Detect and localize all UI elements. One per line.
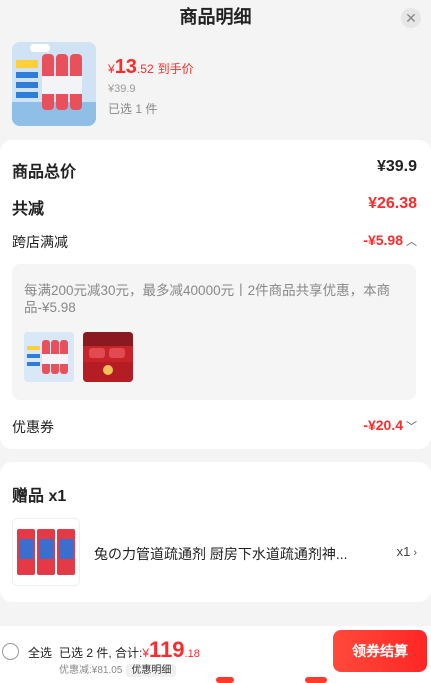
bottom-tab-strip [0,677,431,683]
chevron-down-icon[interactable]: ﹀ [406,421,417,433]
total-integer: 119 [149,637,185,662]
price-integer: 13 [114,56,137,78]
promo-text: 每满200元减30元，最多减40000元丨2件商品共享优惠，本商品-¥5.98 [24,283,391,315]
chevron-up-icon[interactable]: ︿ [406,236,417,248]
cross-store-value: -¥5.98 [363,232,403,248]
total-price-value: ¥39.9 [376,158,417,175]
gift-title: 赠品 x1 [12,488,67,505]
promo-detail-box: 每满200元减30元，最多减40000元丨2件商品共享优惠，本商品-¥5.98 [12,264,416,400]
selected-summary: 已选 2 件, 合计: [59,646,143,660]
product-info: ¥13.52 到手价 ¥39.9 已选 1 件 [108,56,194,117]
sheet-header: 商品明细 ✕ [0,0,431,36]
coupon-value-wrap: -¥20.4 ﹀ [363,417,417,434]
total-summary: 已选 2 件, 合计:¥119.18 [59,637,200,663]
checkout-button[interactable]: 领券结算 [333,630,427,672]
gift-packets-image [13,519,79,585]
bedding-thumb-image [83,332,133,382]
coupon-value: -¥20.4 [363,417,403,433]
select-all-radio[interactable] [2,643,19,660]
promo-item-thumbnail-1[interactable] [24,332,74,382]
gift-thumbnail[interactable] [12,518,80,586]
price-decimal: .52 [136,62,154,76]
price-breakdown-card: 商品总价 ¥39.9 共减 ¥26.38 跨店满减 -¥5.98 ︿ 每满200元… [0,140,431,449]
cross-store-value-wrap: -¥5.98 ︿ [363,232,417,249]
select-all-label[interactable]: 全选 [28,644,52,661]
order-detail-sheet: 商品明细 ✕ ¥13.52 到手价 ¥39.9 已选 1 件 商品总价 ¥39.… [0,0,431,683]
product-thumbnail[interactable] [12,42,96,126]
discount-text: 优惠减:¥81.05 [59,665,123,676]
chevron-right-icon: › [413,547,417,559]
tab-badge-dot [305,677,327,683]
promo-item-thumbnail-2[interactable] [83,332,133,382]
discount-detail-button[interactable]: 优惠明细 [126,664,177,677]
original-price: ¥39.9 [108,83,136,95]
gift-card: 赠品 x1 兔の力管道疏通剂 厨房下水道疏通剂神... x1 › [0,462,431,602]
gift-qty-wrap[interactable]: x1 › [397,544,417,559]
reduction-value: ¥26.38 [368,195,417,212]
reduction-label: 共减 [12,201,45,218]
sheet-title: 商品明细 [179,7,252,27]
price-currency: ¥ [108,62,115,76]
total-price-label: 商品总价 [12,164,77,181]
product-summary: ¥13.52 到手价 ¥39.9 已选 1 件 [12,42,422,128]
final-price: ¥13.52 到手价 [108,56,194,79]
checkout-bar: 全选 已选 2 件, 合计:¥119.18 优惠减:¥81.05 优惠明细 领券结… [0,626,431,683]
product-bottles-image [12,42,96,126]
cross-store-label: 跨店满减 [12,234,68,250]
total-decimal: .18 [184,648,200,660]
coupon-label: 优惠券 [12,419,54,435]
tab-badge-dot [216,677,234,683]
bottles-thumb-image [24,332,74,382]
discount-line: 优惠减:¥81.05 优惠明细 [59,661,177,677]
close-icon[interactable]: ✕ [401,8,421,28]
price-tag: 到手价 [157,62,194,76]
selected-count: 已选 1 件 [108,102,158,116]
gift-name[interactable]: 兔の力管道疏通剂 厨房下水道疏通剂神... [94,544,364,564]
gift-qty: x1 [396,544,411,559]
